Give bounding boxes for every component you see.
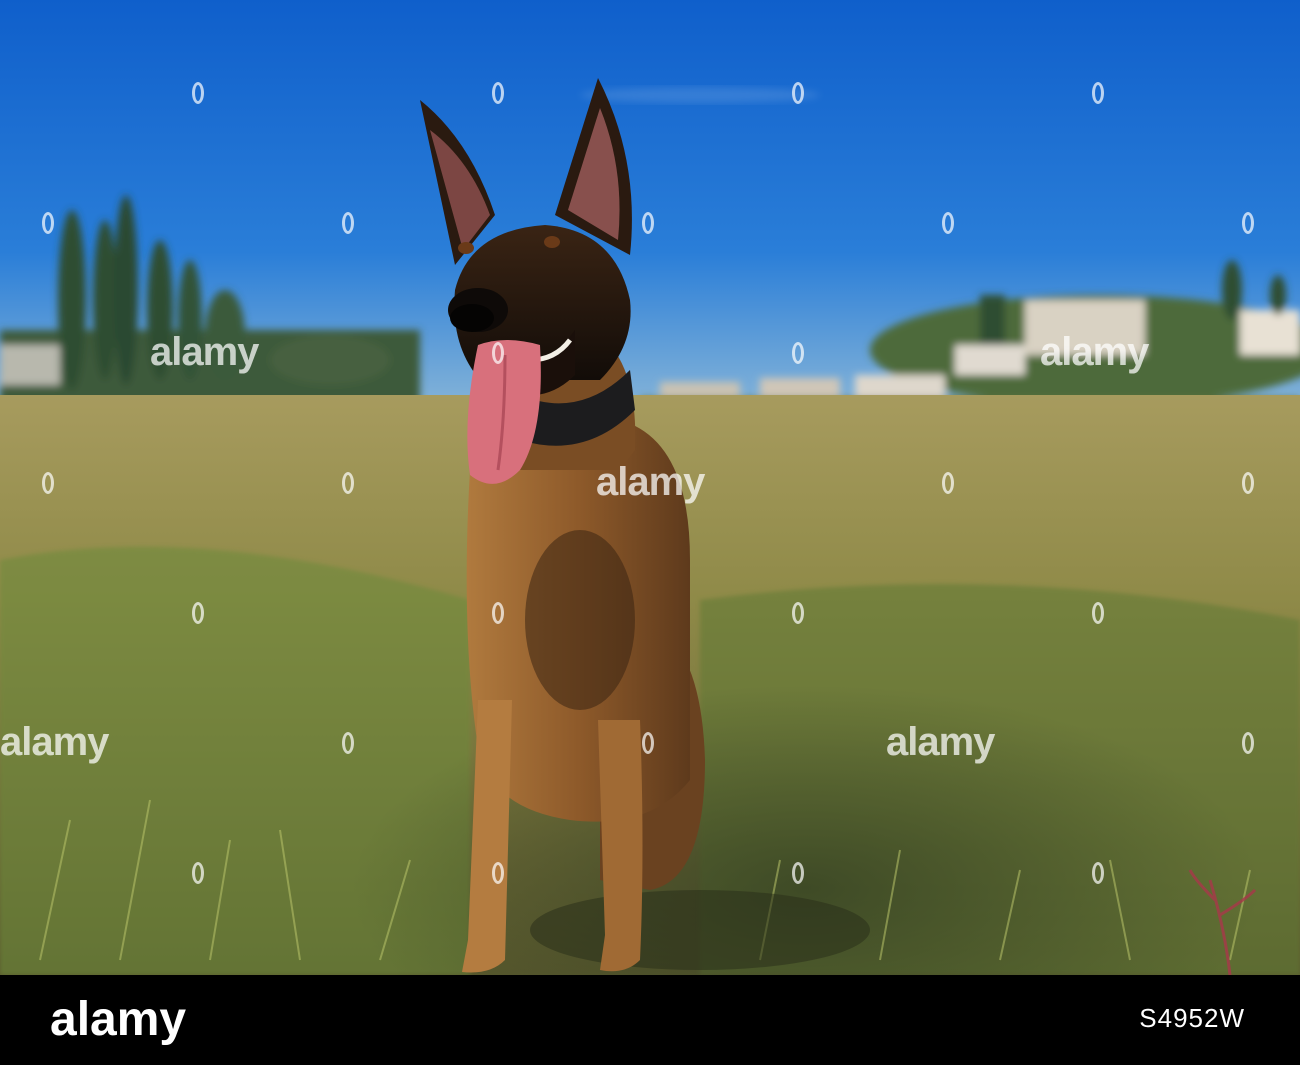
dog-photo [0, 0, 1300, 975]
footer-bar: alamy S4952W [0, 975, 1300, 1065]
alamy-logo: alamy [50, 993, 186, 1047]
stock-photo-frame: alamy alamy alamy alamy alamy alamy S495… [0, 0, 1300, 1065]
image-id: S4952W [1139, 1003, 1245, 1033]
logo-text: alamy [50, 993, 187, 1046]
